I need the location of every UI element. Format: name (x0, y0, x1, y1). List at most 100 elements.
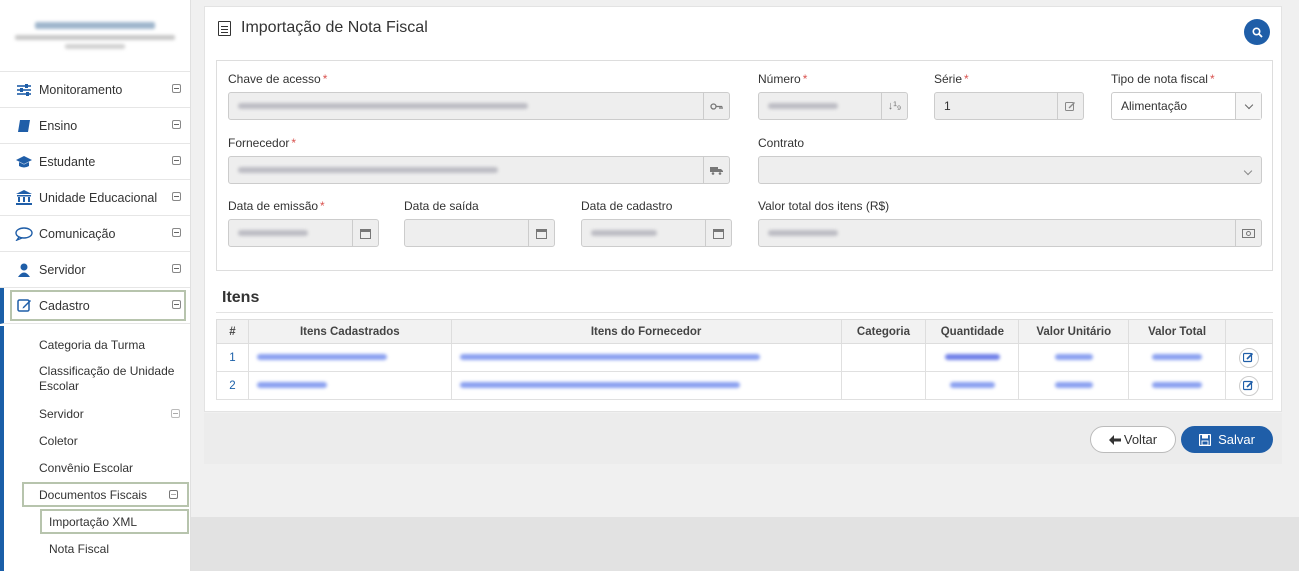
graduation-cap-icon (15, 153, 33, 171)
valor-total-input[interactable] (758, 219, 1262, 247)
expand-icon[interactable] (172, 228, 181, 237)
saida-label: Data de saída (404, 199, 479, 213)
save-button[interactable]: Salvar (1181, 426, 1273, 453)
fornecedor-input[interactable] (228, 156, 730, 184)
sidebar-item-comunicacao[interactable]: Comunicação (0, 216, 190, 252)
sidebar-item-unidade-educacional[interactable]: Unidade Educacional (0, 180, 190, 216)
edit-row-button[interactable] (1238, 375, 1259, 396)
items-table: # Itens Cadastrados Itens do Fornecedor … (216, 319, 1274, 400)
selection-highlight (10, 290, 186, 321)
submenu-indicator (0, 326, 4, 571)
edit-cell (1224, 343, 1274, 372)
edit-icon (1057, 93, 1083, 119)
expand-icon[interactable] (172, 192, 181, 201)
sliders-icon (15, 81, 33, 99)
contrato-label: Contrato (758, 136, 805, 150)
chave-label: Chave de acesso * (228, 72, 328, 86)
data-emissao-input[interactable] (228, 219, 379, 247)
tipo-select[interactable]: Alimentação (1111, 92, 1262, 120)
row-number: 1 (216, 343, 249, 372)
cell (840, 343, 927, 372)
collapse-icon[interactable] (169, 490, 178, 499)
submenu-item-classificacao-line2[interactable]: Escolar (39, 379, 79, 393)
serie-input[interactable]: 1 (934, 92, 1084, 120)
sidebar-item-estudante[interactable]: Estudante (0, 144, 190, 180)
redacted-text (450, 371, 842, 400)
submenu-item-nota-fiscal[interactable]: Nota Fiscal (49, 542, 109, 556)
chat-icon (15, 225, 33, 243)
expand-icon[interactable] (172, 84, 181, 93)
column-header: Categoria (840, 319, 927, 344)
tipo-label: Tipo de nota fiscal * (1111, 72, 1215, 86)
back-button-label: Voltar (1123, 432, 1158, 447)
app-root: Monitoramento Ensino Estudante Unidade E… (0, 0, 1299, 571)
expand-icon[interactable] (171, 409, 180, 418)
book-icon (15, 117, 33, 135)
redacted-text (1128, 343, 1226, 372)
user-icon (15, 261, 33, 279)
expand-icon[interactable] (172, 120, 181, 129)
sidebar-item-label: Monitoramento (39, 82, 123, 97)
column-header: Quantidade (925, 319, 1020, 344)
column-header: # (216, 319, 249, 344)
calendar-icon (352, 220, 378, 246)
sidebar-item-label: Servidor (39, 262, 86, 277)
money-icon (1235, 220, 1261, 246)
valor-total-label: Valor total dos itens (R$) (758, 199, 890, 213)
redacted-text (1018, 371, 1130, 400)
main-panel: Importação de Nota Fiscal Chave de acess… (204, 6, 1282, 412)
emissao-label: Data de emissão * (228, 199, 325, 213)
institution-icon (15, 189, 33, 207)
table-row[interactable]: 2 (216, 371, 1274, 400)
edit-row-button[interactable] (1238, 347, 1259, 368)
section-divider (216, 312, 1273, 313)
edit-icon (1243, 352, 1254, 363)
data-saida-input[interactable] (404, 219, 555, 247)
row-number: 2 (216, 371, 249, 400)
redacted-text (247, 343, 452, 372)
expand-icon[interactable] (172, 156, 181, 165)
calendar-icon (528, 220, 554, 246)
redacted-text (1128, 371, 1226, 400)
sidebar-item-label: Comunicação (39, 226, 116, 241)
expand-icon[interactable] (172, 264, 181, 273)
column-header: Valor Unitário (1018, 319, 1130, 344)
sidebar-item-cadastro[interactable]: Cadastro (0, 288, 190, 324)
numero-label: Número * (758, 72, 808, 86)
brand-logo (0, 0, 190, 72)
page-title-text: Importação de Nota Fiscal (241, 19, 428, 36)
submenu-item-classificacao[interactable]: Classificação de Unidade (39, 364, 174, 378)
sidebar-item-servidor[interactable]: Servidor (0, 252, 190, 288)
sidebar-item-monitoramento[interactable]: Monitoramento (0, 72, 190, 108)
collapse-icon[interactable] (172, 300, 181, 309)
calendar-icon (705, 220, 731, 246)
contrato-select[interactable] (758, 156, 1262, 184)
search-button[interactable] (1244, 19, 1270, 45)
serie-label: Série * (934, 72, 969, 86)
redacted-text (247, 371, 452, 400)
page-background (191, 517, 1299, 571)
data-cadastro-input[interactable] (581, 219, 732, 247)
back-button[interactable]: Voltar (1090, 426, 1176, 453)
chave-input[interactable] (228, 92, 730, 120)
submenu-item-convenio[interactable]: Convênio Escolar (39, 461, 133, 475)
chevron-down-icon (1235, 93, 1261, 119)
sidebar-item-ensino[interactable]: Ensino (0, 108, 190, 144)
save-button-label: Salvar (1218, 432, 1255, 447)
sidebar-item-label: Unidade Educacional (39, 190, 158, 205)
submenu-item-documentos-fiscais[interactable]: Documentos Fiscais (39, 488, 147, 502)
items-section-title: Itens (222, 289, 260, 306)
sort-numeric-icon: ↓¹₉ (881, 93, 907, 119)
edit-cell (1224, 371, 1274, 400)
edit-icon (1243, 380, 1254, 391)
submenu-item-coletor[interactable]: Coletor (39, 434, 78, 448)
submenu-item-categoria-turma[interactable]: Categoria da Turma (39, 338, 145, 352)
sidebar-item-label: Ensino (39, 118, 78, 133)
truck-icon (703, 157, 729, 183)
numero-input[interactable]: ↓¹₉ (758, 92, 908, 120)
redacted-text (1018, 343, 1130, 372)
submenu-item-servidor[interactable]: Servidor (39, 407, 84, 421)
table-row[interactable]: 1 (216, 343, 1274, 372)
sidebar-item-label: Estudante (39, 154, 96, 169)
submenu-item-importacao-xml[interactable]: Importação XML (49, 515, 137, 529)
